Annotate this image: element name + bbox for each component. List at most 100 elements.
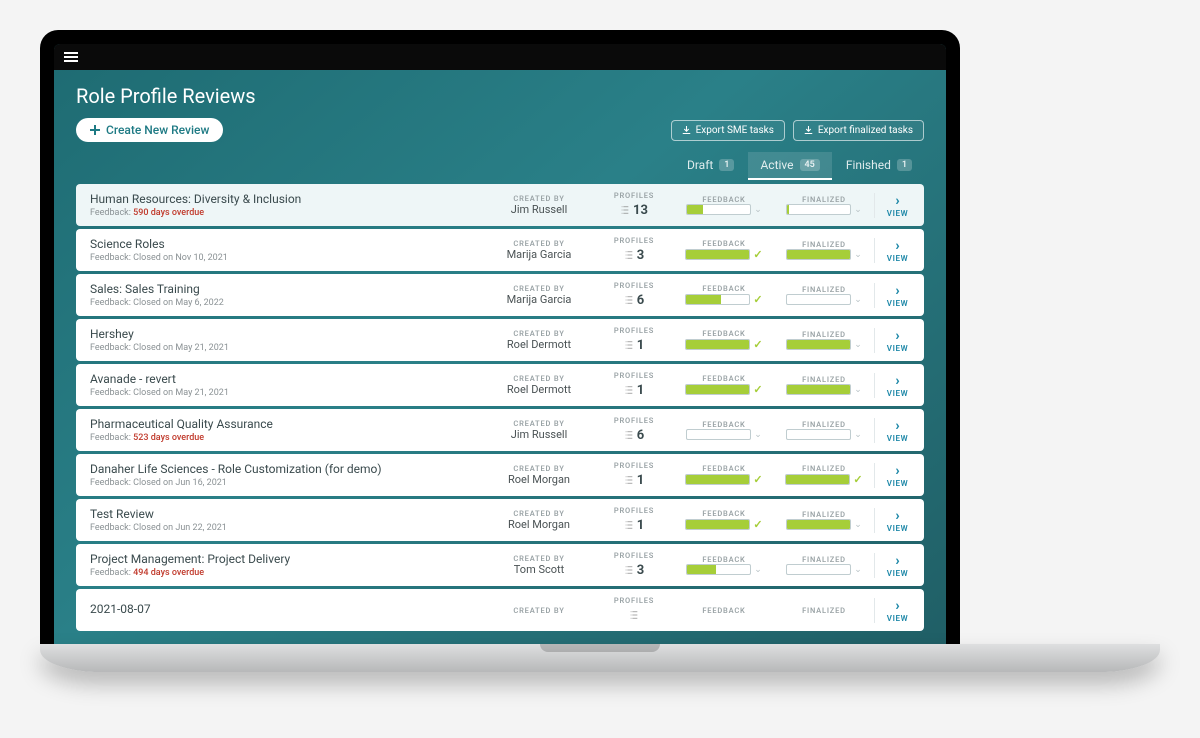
view-button[interactable]: › VIEW xyxy=(874,508,920,533)
profiles-cell: PROFILES 1 xyxy=(594,461,674,489)
created-value: Roel Morgan xyxy=(484,473,594,486)
profiles-value: 1 xyxy=(624,473,644,488)
title-cell: Avanade - revert Feedback: Closed on May… xyxy=(90,372,484,398)
profiles-value: 3 xyxy=(624,563,644,578)
view-button[interactable]: › VIEW xyxy=(874,238,920,263)
tab-finished[interactable]: Finished 1 xyxy=(834,152,924,180)
created-cell: CREATED BY Tom Scott xyxy=(484,554,594,576)
review-title: Pharmaceutical Quality Assurance xyxy=(90,417,484,431)
profiles-value: 6 xyxy=(624,293,644,308)
review-title: Science Roles xyxy=(90,237,484,251)
title-cell: Sales: Sales Training Feedback: Closed o… xyxy=(90,282,484,308)
profiles-cell: PROFILES 1 xyxy=(594,326,674,354)
tab-count: 1 xyxy=(719,159,734,171)
finalized-cell: FINALIZED ⌄ xyxy=(774,240,874,260)
feedback-status: Closed on Nov 10, 2021 xyxy=(133,253,228,263)
view-button[interactable]: › VIEW xyxy=(874,553,920,578)
chevron-right-icon: › xyxy=(875,418,920,434)
finalized-label: FINALIZED xyxy=(774,330,874,339)
feedback-line: Feedback: Closed on Nov 10, 2021 xyxy=(90,253,484,263)
check-icon: ✓ xyxy=(753,518,762,531)
feedback-bar xyxy=(686,564,751,575)
chevron-right-icon: › xyxy=(875,463,920,479)
finalized-label: FINALIZED xyxy=(774,375,874,384)
export-sme-label: Export SME tasks xyxy=(696,125,774,136)
feedback-line: Feedback: Closed on Jun 16, 2021 xyxy=(90,478,484,488)
top-bar xyxy=(54,44,946,70)
feedback-cell: FEEDBACK ⌄ xyxy=(674,420,774,440)
created-label: CREATED BY xyxy=(484,329,594,338)
view-label: VIEW xyxy=(875,479,920,488)
finalized-label: FINALIZED xyxy=(774,510,874,519)
caret-icon: ⌄ xyxy=(854,340,862,350)
view-button[interactable]: › VIEW xyxy=(874,373,920,398)
profiles-label: PROFILES xyxy=(594,326,674,335)
finalized-cell: FINALIZED ⌄ xyxy=(774,195,874,215)
list-icon xyxy=(624,385,634,395)
view-button[interactable]: › VIEW xyxy=(874,598,920,623)
created-value: Roel Dermott xyxy=(484,383,594,396)
tab-count: 45 xyxy=(800,159,820,171)
export-finalized-label: Export finalized tasks xyxy=(818,125,913,136)
export-sme-button[interactable]: Export SME tasks xyxy=(671,120,785,141)
feedback-status: Closed on Jun 16, 2021 xyxy=(133,478,227,488)
profiles-label: PROFILES xyxy=(594,371,674,380)
feedback-cell: FEEDBACK ✓ xyxy=(674,284,774,306)
chevron-right-icon: › xyxy=(875,238,920,254)
created-label: CREATED BY xyxy=(484,284,594,293)
feedback-status: Closed on May 6, 2022 xyxy=(133,298,224,308)
feedback-line: Feedback: 523 days overdue xyxy=(90,433,484,443)
list-icon xyxy=(624,295,634,305)
create-review-button[interactable]: Create New Review xyxy=(76,118,223,142)
view-button[interactable]: › VIEW xyxy=(874,193,920,218)
profiles-label: PROFILES xyxy=(594,461,674,470)
screen: Role Profile Reviews Create New Review E… xyxy=(54,44,946,644)
view-button[interactable]: › VIEW xyxy=(874,463,920,488)
finalized-cell: FINALIZED ⌄ xyxy=(774,285,874,305)
feedback-bar xyxy=(686,204,751,215)
download-icon xyxy=(804,126,813,135)
title-cell: Test Review Feedback: Closed on Jun 22, … xyxy=(90,507,484,533)
view-button[interactable]: › VIEW xyxy=(874,283,920,308)
feedback-label: FEEDBACK xyxy=(674,329,774,338)
profiles-value: 13 xyxy=(620,203,648,218)
feedback-status: Closed on May 21, 2021 xyxy=(133,343,229,353)
feedback-cell: FEEDBACK ✓ xyxy=(674,329,774,351)
finalized-cell: FINALIZED ⌄ xyxy=(774,510,874,530)
caret-icon: ⌄ xyxy=(854,565,862,575)
created-label: CREATED BY xyxy=(484,419,594,428)
feedback-bar xyxy=(686,429,751,440)
laptop-base xyxy=(40,644,1160,672)
created-value: Roel Morgan xyxy=(484,518,594,531)
view-button[interactable]: › VIEW xyxy=(874,418,920,443)
view-button[interactable]: › VIEW xyxy=(874,328,920,353)
chevron-right-icon: › xyxy=(875,283,920,299)
profiles-value: 3 xyxy=(624,248,644,263)
finalized-bar xyxy=(785,474,850,485)
tab-active[interactable]: Active 45 xyxy=(748,152,831,180)
review-row: 2021-08-07 CREATED BY PROFILES FEEDBACK … xyxy=(76,589,924,631)
review-row: Human Resources: Diversity & Inclusion F… xyxy=(76,184,924,226)
download-icon xyxy=(682,126,691,135)
profiles-cell: PROFILES 3 xyxy=(594,236,674,264)
tab-draft[interactable]: Draft 1 xyxy=(675,152,747,180)
feedback-label: FEEDBACK xyxy=(674,464,774,473)
created-label: CREATED BY xyxy=(484,606,594,615)
list-icon xyxy=(624,250,634,260)
tabs: Draft 1 Active 45 Finished 1 xyxy=(76,152,924,180)
feedback-bar xyxy=(685,474,750,485)
feedback-line: Feedback: Closed on May 21, 2021 xyxy=(90,388,484,398)
feedback-label: FEEDBACK xyxy=(674,239,774,248)
finalized-label: FINALIZED xyxy=(774,420,874,429)
profiles-cell: PROFILES 6 xyxy=(594,281,674,309)
finalized-cell: FINALIZED ⌄ xyxy=(774,420,874,440)
feedback-line: Feedback: 590 days overdue xyxy=(90,208,484,218)
feedback-label: FEEDBACK xyxy=(674,555,774,564)
feedback-cell: FEEDBACK ✓ xyxy=(674,239,774,261)
created-cell: CREATED BY xyxy=(484,606,594,615)
export-finalized-button[interactable]: Export finalized tasks xyxy=(793,120,924,141)
caret-icon: ⌄ xyxy=(854,520,862,530)
menu-icon[interactable] xyxy=(64,52,78,62)
view-label: VIEW xyxy=(875,299,920,308)
created-cell: CREATED BY Marija Garcia xyxy=(484,284,594,306)
